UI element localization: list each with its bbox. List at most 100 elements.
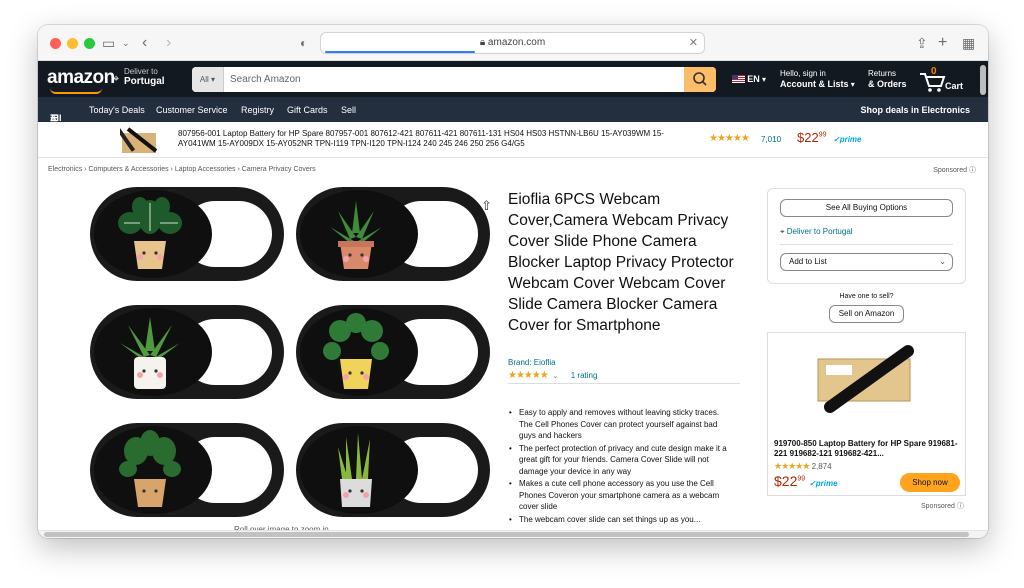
vertical-scrollbar[interactable] xyxy=(980,65,986,95)
search-input[interactable] xyxy=(226,67,676,92)
info-icon[interactable]: ⓘ xyxy=(957,503,964,510)
promo-review-count[interactable]: 7,010 xyxy=(761,135,781,144)
shop-deals-electronics[interactable]: Shop deals in Electronics xyxy=(860,105,970,115)
url-text: amazon.com xyxy=(487,37,546,48)
us-flag-icon xyxy=(732,75,745,83)
breadcrumb[interactable]: Electronics › Computers & Accessories › … xyxy=(48,166,316,173)
webcam-cover-image xyxy=(296,187,490,281)
lock-icon: 🔒︎ xyxy=(479,37,488,48)
sponsored-label-ad: Sponsored ⓘ xyxy=(921,501,964,511)
product-title: Eioflia 6PCS Webcam Cover,Camera Webcam … xyxy=(508,191,734,334)
amazon-header: amazon ⌖ Deliver to Portugal All ▾ EN ▾ … xyxy=(38,61,988,97)
search-icon xyxy=(693,72,707,86)
deliver-label: Deliver to xyxy=(124,67,158,76)
back-icon[interactable]: ‹ xyxy=(142,34,147,52)
horizontal-scrollbar[interactable] xyxy=(38,530,988,538)
deliver-to-text: Deliver to Portugal xyxy=(786,227,853,236)
ad-sponsored-text: Sponsored xyxy=(921,503,955,510)
sponsored-text: Sponsored xyxy=(933,167,968,174)
ad-rating: ★★★★★ 2,874 xyxy=(774,461,832,472)
have-one-to-sell: Have one to sell? xyxy=(839,293,894,300)
nav-registry[interactable]: Registry xyxy=(241,105,274,115)
promo-price-cents: 99 xyxy=(818,131,827,139)
sub-navigation: ☰ All Today's Deals Customer Service Reg… xyxy=(38,97,988,123)
ad-review-count[interactable]: 2,874 xyxy=(812,462,832,471)
location-pin-icon: ⌖ xyxy=(113,73,120,85)
tab-overview-icon[interactable]: ▦ xyxy=(962,34,975,52)
ad-price-whole: $22 xyxy=(774,473,798,489)
sidebar-icon[interactable]: ▭ xyxy=(102,34,115,52)
brand-link[interactable]: Brand: Eioflia xyxy=(508,358,556,367)
divider xyxy=(508,383,740,384)
sponsored-ad[interactable]: 919700-850 Laptop Battery for HP Spare 9… xyxy=(767,332,966,496)
promo-price: $2299 xyxy=(797,130,827,145)
chevron-down-icon[interactable]: ⌄ xyxy=(552,373,558,380)
amazon-logo[interactable]: amazon xyxy=(47,67,115,89)
zoom-window-button[interactable] xyxy=(84,38,95,49)
search-category-select[interactable]: All ▾ xyxy=(192,67,224,92)
search-button[interactable] xyxy=(684,67,716,92)
ad-title[interactable]: 919700-850 Laptop Battery for HP Spare 9… xyxy=(774,439,962,459)
language-label: EN xyxy=(747,74,760,84)
forward-icon[interactable]: › xyxy=(166,34,171,52)
close-window-button[interactable] xyxy=(50,38,61,49)
battery-thumbnail xyxy=(120,127,158,153)
search-bar: All ▾ xyxy=(192,67,716,92)
location-pin-icon: ⌖ xyxy=(780,227,785,236)
rating-stars[interactable]: ★★★★★ xyxy=(508,370,549,381)
info-icon[interactable]: ⓘ xyxy=(969,167,976,174)
cart-button[interactable]: 0 Cart xyxy=(918,66,978,93)
webcam-cover-image xyxy=(90,305,284,399)
ad-price: $2299 ✓prime xyxy=(774,473,838,489)
browser-toolbar: ▭ ⌄ ‹ › ◐ 🔒︎ amazon.com ✕ ⇪ + ▦ xyxy=(38,25,988,61)
promo-stars: ★★★★★ xyxy=(709,133,750,144)
browser-window: ▭ ⌄ ‹ › ◐ 🔒︎ amazon.com ✕ ⇪ + ▦ amazon ⌖… xyxy=(38,25,988,538)
add-to-list-button[interactable]: Add to List ⌄ xyxy=(780,253,953,271)
divider xyxy=(780,244,953,245)
add-to-list-label: Add to List xyxy=(789,257,827,266)
rating-count[interactable]: 1 rating xyxy=(571,371,598,380)
address-bar[interactable]: 🔒︎ amazon.com ✕ xyxy=(320,32,705,54)
account-line2: Account & Lists xyxy=(780,79,849,89)
see-all-buying-options-button[interactable]: See All Buying Options xyxy=(780,199,953,217)
account-lists[interactable]: Hello, sign in Account & Lists ▾ xyxy=(780,69,855,90)
stop-loading-icon[interactable]: ✕ xyxy=(689,36,698,49)
deliver-to[interactable]: Deliver to Portugal xyxy=(124,67,165,87)
shop-now-button[interactable]: Shop now xyxy=(900,473,960,492)
promo-price-whole: $22 xyxy=(797,130,819,145)
nav-todays-deals[interactable]: Today's Deals xyxy=(89,105,145,115)
account-line1: Hello, sign in xyxy=(780,69,826,78)
amazon-logo-smile xyxy=(50,88,102,94)
sell-on-amazon-button[interactable]: Sell on Amazon xyxy=(829,305,904,323)
webcam-cover-image xyxy=(90,187,284,281)
desktop: ▭ ⌄ ‹ › ◐ 🔒︎ amazon.com ✕ ⇪ + ▦ amazon ⌖… xyxy=(0,0,1024,588)
minimize-window-button[interactable] xyxy=(67,38,78,49)
list-item: The webcam cover slide can set things up… xyxy=(508,514,733,526)
share-icon[interactable]: ⇪ xyxy=(916,34,928,52)
sponsored-promo-strip[interactable]: 807956-001 Laptop Battery for HP Spare 8… xyxy=(38,122,988,158)
webcam-cover-image xyxy=(90,423,284,517)
new-tab-icon[interactable]: + xyxy=(938,34,947,52)
search-category-label: All xyxy=(199,75,209,84)
share-icon[interactable]: ⇧ xyxy=(481,198,492,214)
promo-title[interactable]: 807956-001 Laptop Battery for HP Spare 8… xyxy=(178,129,688,149)
returns-orders[interactable]: Returns & Orders xyxy=(868,69,907,90)
list-item: Makes a cute cell phone accessory as you… xyxy=(508,478,733,513)
chevron-down-icon: ⌄ xyxy=(939,257,946,266)
ad-stars: ★★★★★ xyxy=(774,461,810,471)
language-selector[interactable]: EN ▾ xyxy=(732,74,766,85)
ad-price-cents: 99 xyxy=(797,475,806,483)
deliver-to-link[interactable]: ⌖ Deliver to Portugal xyxy=(780,227,853,237)
nav-customer-service[interactable]: Customer Service xyxy=(156,105,228,115)
list-item: The perfect protection of privacy and cu… xyxy=(508,443,733,478)
returns-line2: & Orders xyxy=(868,79,907,89)
nav-gift-cards[interactable]: Gift Cards xyxy=(287,105,328,115)
chevron-down-icon[interactable]: ⌄ xyxy=(122,34,130,52)
product-image-gallery[interactable]: Roll over image to zoom in xyxy=(90,185,490,537)
returns-line1: Returns xyxy=(868,69,897,78)
list-item: Easy to apply and removes without leavin… xyxy=(508,407,733,442)
webcam-cover-image xyxy=(296,305,490,399)
feature-bullets: Easy to apply and removes without leavin… xyxy=(508,407,733,526)
privacy-shield-icon[interactable]: ◐ xyxy=(300,34,307,52)
nav-sell[interactable]: Sell xyxy=(341,105,356,115)
